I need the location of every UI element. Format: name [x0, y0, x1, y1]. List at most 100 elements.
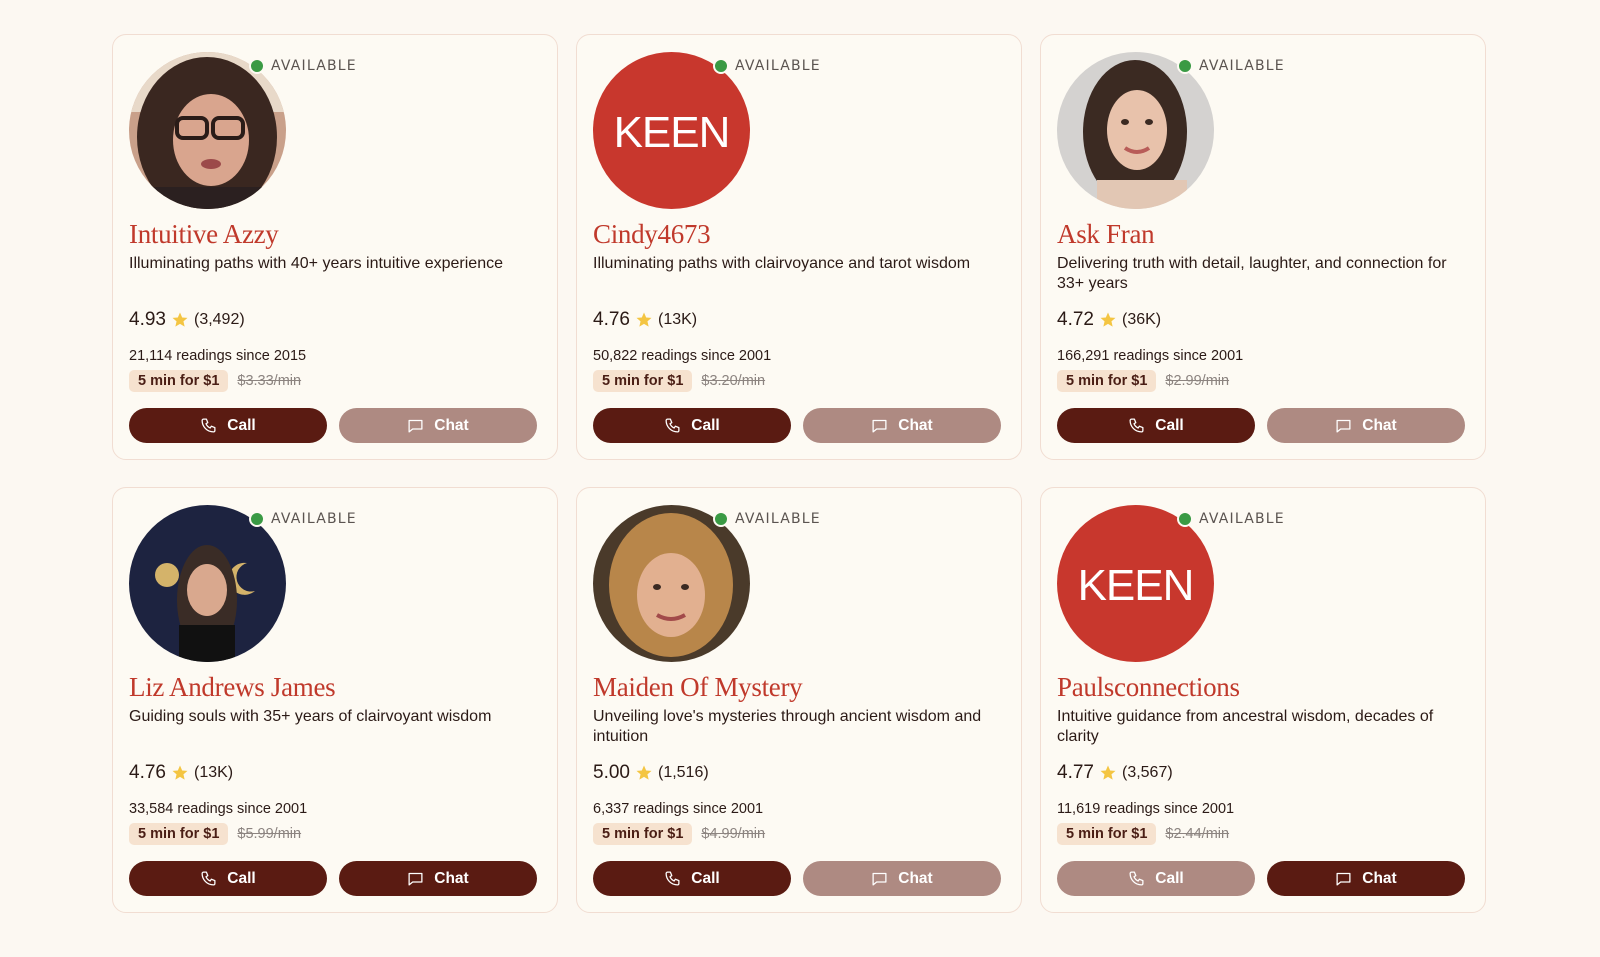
keen-logo-icon: KEEN [593, 52, 750, 209]
review-count: (3,567) [1121, 764, 1173, 781]
photo-woman-blonde-icon [593, 505, 750, 662]
avatar[interactable] [1057, 52, 1214, 209]
advisor-name[interactable]: Intuitive Azzy [129, 219, 279, 250]
available-dot-icon [713, 511, 729, 527]
availability-label: AVAILABLE [735, 511, 821, 527]
chat-bubble-icon [1336, 419, 1351, 433]
call-button[interactable]: Call [1057, 408, 1255, 443]
review-count: (13K) [657, 311, 698, 328]
keen-logo-icon: KEEN [1057, 505, 1214, 662]
availability-label: AVAILABLE [271, 58, 357, 74]
advisor-card[interactable]: AVAILABLE Maiden Of Mystery Unveiling lo… [576, 487, 1022, 913]
original-price: $2.99/min [1165, 373, 1230, 389]
avatar[interactable] [129, 505, 286, 662]
advisor-name[interactable]: Maiden Of Mystery [593, 672, 803, 703]
star-icon [172, 312, 188, 327]
available-dot-icon [249, 511, 265, 527]
call-button[interactable]: Call [593, 408, 791, 443]
photo-woman-dark-hair-icon [1057, 52, 1214, 209]
availability-status: AVAILABLE [713, 58, 821, 74]
avatar[interactable]: KEEN [593, 52, 750, 209]
price-row: 5 min for $1 $4.99/min [593, 823, 765, 845]
chat-button[interactable]: Chat [803, 408, 1001, 443]
price-row: 5 min for $1 $2.99/min [1057, 370, 1229, 392]
readings-count: 50,822 readings since 2001 [593, 348, 772, 364]
advisor-card[interactable]: AVAILABLE Intuitive Azzy Illuminating pa… [112, 34, 558, 460]
availability-label: AVAILABLE [735, 58, 821, 74]
rating: 4.76 (13K) [593, 309, 697, 331]
price-row: 5 min for $1 $5.99/min [129, 823, 301, 845]
star-icon [636, 312, 652, 327]
star-icon [1100, 312, 1116, 327]
advisor-grid: AVAILABLE Intuitive Azzy Illuminating pa… [112, 34, 1486, 913]
chat-button[interactable]: Chat [1267, 408, 1465, 443]
chat-label: Chat [898, 869, 933, 887]
review-count: (36K) [1121, 311, 1162, 328]
avatar[interactable] [129, 52, 286, 209]
original-price: $3.20/min [701, 373, 766, 389]
chat-bubble-icon [872, 419, 887, 433]
phone-icon [201, 418, 216, 433]
availability-status: AVAILABLE [1177, 511, 1285, 527]
phone-icon [665, 418, 680, 433]
promo-badge: 5 min for $1 [1057, 370, 1157, 392]
review-count: (13K) [193, 764, 234, 781]
star-icon [172, 765, 188, 780]
availability-status: AVAILABLE [1177, 58, 1285, 74]
call-button[interactable]: Call [129, 408, 327, 443]
rating: 4.93 (3,492) [129, 309, 245, 331]
avatar[interactable]: KEEN [1057, 505, 1214, 662]
call-button[interactable]: Call [1057, 861, 1255, 896]
review-count: (1,516) [657, 764, 709, 781]
available-dot-icon [713, 58, 729, 74]
chat-bubble-icon [408, 872, 423, 886]
advisor-name[interactable]: Paulsconnections [1057, 672, 1240, 703]
advisor-tagline: Delivering truth with detail, laughter, … [1057, 255, 1447, 292]
chat-button[interactable]: Chat [803, 861, 1001, 896]
advisor-name[interactable]: Liz Andrews James [129, 672, 336, 703]
chat-button[interactable]: Chat [1267, 861, 1465, 896]
price-row: 5 min for $1 $2.44/min [1057, 823, 1229, 845]
rating-score: 4.76 [593, 309, 630, 330]
call-button[interactable]: Call [129, 861, 327, 896]
advisor-card[interactable]: AVAILABLE Liz Andrews James Guiding soul… [112, 487, 558, 913]
readings-count: 6,337 readings since 2001 [593, 801, 764, 817]
price-row: 5 min for $1 $3.33/min [129, 370, 301, 392]
readings-count: 11,619 readings since 2001 [1057, 801, 1235, 817]
availability-label: AVAILABLE [271, 511, 357, 527]
advisor-name[interactable]: Ask Fran [1057, 219, 1155, 250]
avatar[interactable] [593, 505, 750, 662]
advisor-card[interactable]: AVAILABLE Ask Fran Delivering truth with… [1040, 34, 1486, 460]
rating: 4.77 (3,567) [1057, 762, 1173, 784]
rating: 4.76 (13K) [129, 762, 233, 784]
call-label: Call [691, 416, 720, 434]
available-dot-icon [1177, 58, 1193, 74]
call-button[interactable]: Call [593, 861, 791, 896]
rating-score: 4.77 [1057, 762, 1094, 783]
call-label: Call [227, 416, 256, 434]
advisor-card[interactable]: KEEN AVAILABLE Cindy4673 Illuminating pa… [576, 34, 1022, 460]
rating-score: 4.72 [1057, 309, 1094, 330]
rating-score: 4.76 [129, 762, 166, 783]
chat-button[interactable]: Chat [339, 408, 537, 443]
call-label: Call [227, 869, 256, 887]
readings-count: 21,114 readings since 2015 [129, 348, 307, 364]
phone-icon [201, 871, 216, 886]
chat-button[interactable]: Chat [339, 861, 537, 896]
original-price: $4.99/min [701, 826, 766, 842]
photo-woman-celestial-icon [129, 505, 286, 662]
chat-bubble-icon [1336, 872, 1351, 886]
advisor-tagline: Guiding souls with 35+ years of clairvoy… [129, 708, 492, 725]
promo-badge: 5 min for $1 [593, 370, 693, 392]
rating-score: 4.93 [129, 309, 166, 330]
advisor-name[interactable]: Cindy4673 [593, 219, 711, 250]
chat-bubble-icon [408, 419, 423, 433]
promo-badge: 5 min for $1 [593, 823, 693, 845]
advisor-card[interactable]: KEEN AVAILABLE Paulsconnections Intuitiv… [1040, 487, 1486, 913]
svg-text:KEEN: KEEN [614, 108, 730, 157]
call-label: Call [1155, 416, 1184, 434]
availability-label: AVAILABLE [1199, 511, 1285, 527]
availability-status: AVAILABLE [249, 58, 357, 74]
chat-label: Chat [434, 416, 469, 434]
rating: 4.72 (36K) [1057, 309, 1161, 331]
